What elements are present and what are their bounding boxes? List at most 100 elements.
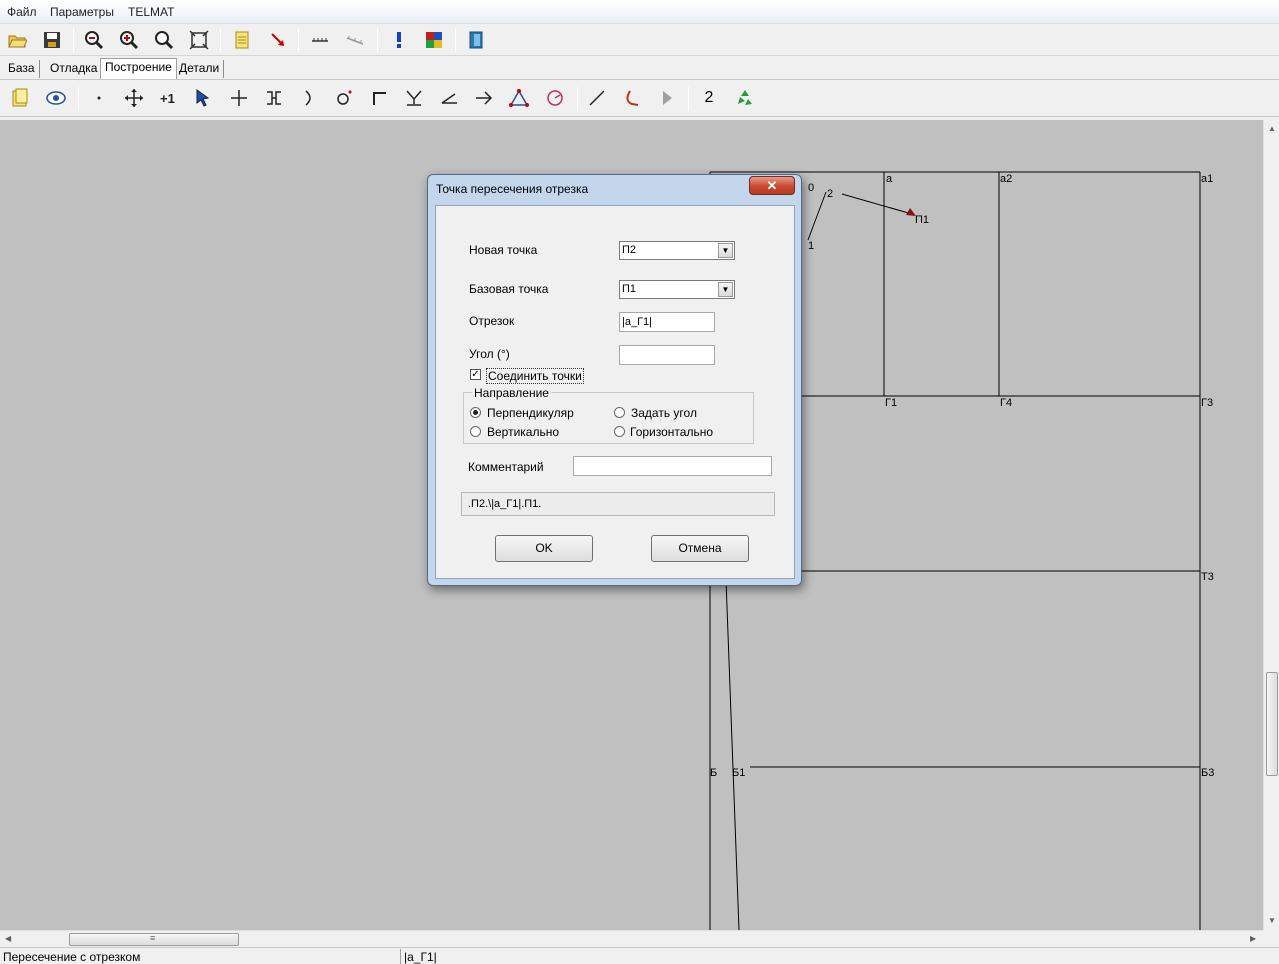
corner-icon[interactable]	[367, 86, 391, 110]
list-icon[interactable]	[8, 86, 32, 110]
arc-point-icon[interactable]	[297, 86, 321, 110]
zoom-out-icon[interactable]	[82, 28, 106, 52]
point-label: 2	[827, 188, 834, 200]
measure-angle-icon[interactable]	[343, 28, 367, 52]
circle-point-icon[interactable]	[332, 86, 356, 110]
view-eye-icon[interactable]	[44, 86, 68, 110]
point-label: а	[886, 173, 893, 185]
horizontal-radio[interactable]	[614, 426, 625, 437]
base-point-select[interactable]: П1 ▼	[619, 280, 735, 299]
move-icon[interactable]	[122, 86, 146, 110]
tab-build[interactable]: Построение	[100, 58, 177, 79]
build-toolbar: +1 2	[0, 81, 1279, 117]
scroll-right-icon[interactable]: ▶	[1250, 934, 1256, 943]
horizontal-scroll-thumb[interactable]: ≡	[69, 933, 239, 946]
new-point-label: Новая точка	[469, 243, 538, 257]
menu-params[interactable]: Параметры	[50, 5, 114, 19]
formula-preview: .П2.\|а_Г1|.П1.	[461, 492, 775, 516]
status-text: Пересечение с отрезком	[3, 950, 141, 964]
perpendicular-radio[interactable]	[470, 407, 481, 418]
pointer-icon[interactable]	[266, 28, 290, 52]
play-icon[interactable]	[655, 86, 679, 110]
ok-button[interactable]: OK	[495, 535, 593, 562]
tab-base[interactable]: База	[4, 60, 40, 78]
segment-label: Отрезок	[469, 314, 515, 328]
point-label: Г1	[885, 397, 898, 409]
note-icon[interactable]	[230, 28, 254, 52]
vertical-radio[interactable]	[470, 426, 481, 437]
point-icon[interactable]	[87, 86, 111, 110]
scroll-up-icon[interactable]: ▲	[1268, 124, 1276, 133]
point-label: Б3	[1201, 767, 1215, 779]
angle-icon[interactable]	[437, 86, 461, 110]
fit-icon[interactable]	[187, 28, 211, 52]
comment-input[interactable]	[573, 456, 772, 476]
toolbar-separator	[78, 87, 79, 111]
scroll-left-icon[interactable]: ◀	[5, 934, 11, 943]
toolbar-separator	[220, 28, 221, 52]
curve-icon[interactable]	[620, 86, 644, 110]
connect-points-label[interactable]: Соединить точки	[486, 368, 584, 384]
measure-icon[interactable]	[308, 28, 332, 52]
vertical-scroll-thumb[interactable]	[1266, 672, 1278, 776]
horizontal-scrollbar[interactable]: ◀ ≡ ▶	[0, 930, 1263, 947]
chevron-down-icon[interactable]: ▼	[718, 282, 733, 297]
direction-legend: Направление	[472, 386, 551, 400]
open-icon[interactable]	[5, 28, 29, 52]
horizontal-label[interactable]: Горизонтально	[630, 425, 713, 439]
set-angle-radio[interactable]	[614, 407, 625, 418]
point-label: Б	[710, 767, 718, 779]
zoom-icon[interactable]	[152, 28, 176, 52]
segment-input[interactable]: |а_Г1|	[619, 312, 715, 332]
zoom-in-icon[interactable]	[117, 28, 141, 52]
save-icon[interactable]	[40, 28, 64, 52]
vertical-label[interactable]: Вертикально	[487, 425, 559, 439]
new-point-value: П2	[622, 244, 637, 256]
info-icon[interactable]	[387, 28, 411, 52]
mode-tabs: База Отладка Построение Детали	[0, 56, 1279, 80]
number-two-button[interactable]: 2	[697, 86, 721, 110]
point-label: 0	[808, 182, 815, 194]
plus-one-icon[interactable]: +1	[157, 86, 181, 110]
set-angle-label[interactable]: Задать угол	[631, 406, 697, 420]
close-button[interactable]: ✕	[749, 176, 795, 195]
angle-input[interactable]	[619, 345, 715, 365]
connect-points-checkbox[interactable]: ✓	[470, 369, 481, 380]
menu-file[interactable]: Файл	[7, 5, 37, 19]
exit-icon[interactable]	[464, 28, 488, 52]
toolbar-separator	[688, 87, 689, 111]
menu-telmat[interactable]: TELMAT	[128, 5, 174, 19]
bracket-icon[interactable]	[262, 86, 286, 110]
toolbar-separator	[73, 28, 74, 52]
close-icon: ✕	[766, 178, 778, 193]
circle-arc-icon[interactable]	[543, 86, 567, 110]
scroll-down-icon[interactable]: ▼	[1268, 916, 1276, 925]
number-label: 2	[704, 89, 714, 106]
new-point-select[interactable]: П2 ▼	[619, 241, 735, 260]
palette-icon[interactable]	[422, 28, 446, 52]
cross-icon[interactable]	[227, 86, 251, 110]
tab-debug[interactable]: Отладка	[46, 60, 103, 78]
point-label: Б1	[732, 767, 746, 779]
tab-details[interactable]: Детали	[175, 60, 225, 78]
dialog-body: Новая точка П2 ▼ Базовая точка П1 ▼ Отре…	[435, 205, 795, 579]
toolbar-separator	[577, 87, 578, 111]
arrow-right-icon[interactable]	[472, 86, 496, 110]
select-icon[interactable]	[192, 86, 216, 110]
comment-label: Комментарий	[468, 460, 544, 474]
line-icon[interactable]	[585, 86, 609, 110]
point-label: Т3	[1201, 571, 1214, 583]
main-toolbar	[0, 24, 1279, 56]
recycle-icon[interactable]	[733, 86, 757, 110]
menu-bar: Файл Параметры TELMAT	[0, 0, 1279, 24]
chevron-down-icon[interactable]: ▼	[718, 243, 733, 258]
perpendicular-label[interactable]: Перпендикуляр	[487, 406, 574, 420]
base-point-label: Базовая точка	[469, 282, 549, 296]
point-label: а2	[1000, 173, 1013, 185]
vertical-scrollbar[interactable]: ▲ ▼	[1263, 120, 1279, 930]
cancel-button[interactable]: Отмена	[651, 535, 749, 562]
triangle-icon[interactable]	[507, 86, 531, 110]
status-segment: |а_Г1|	[404, 950, 437, 964]
toolbar-separator	[298, 28, 299, 52]
perpendicular-icon[interactable]	[402, 86, 426, 110]
